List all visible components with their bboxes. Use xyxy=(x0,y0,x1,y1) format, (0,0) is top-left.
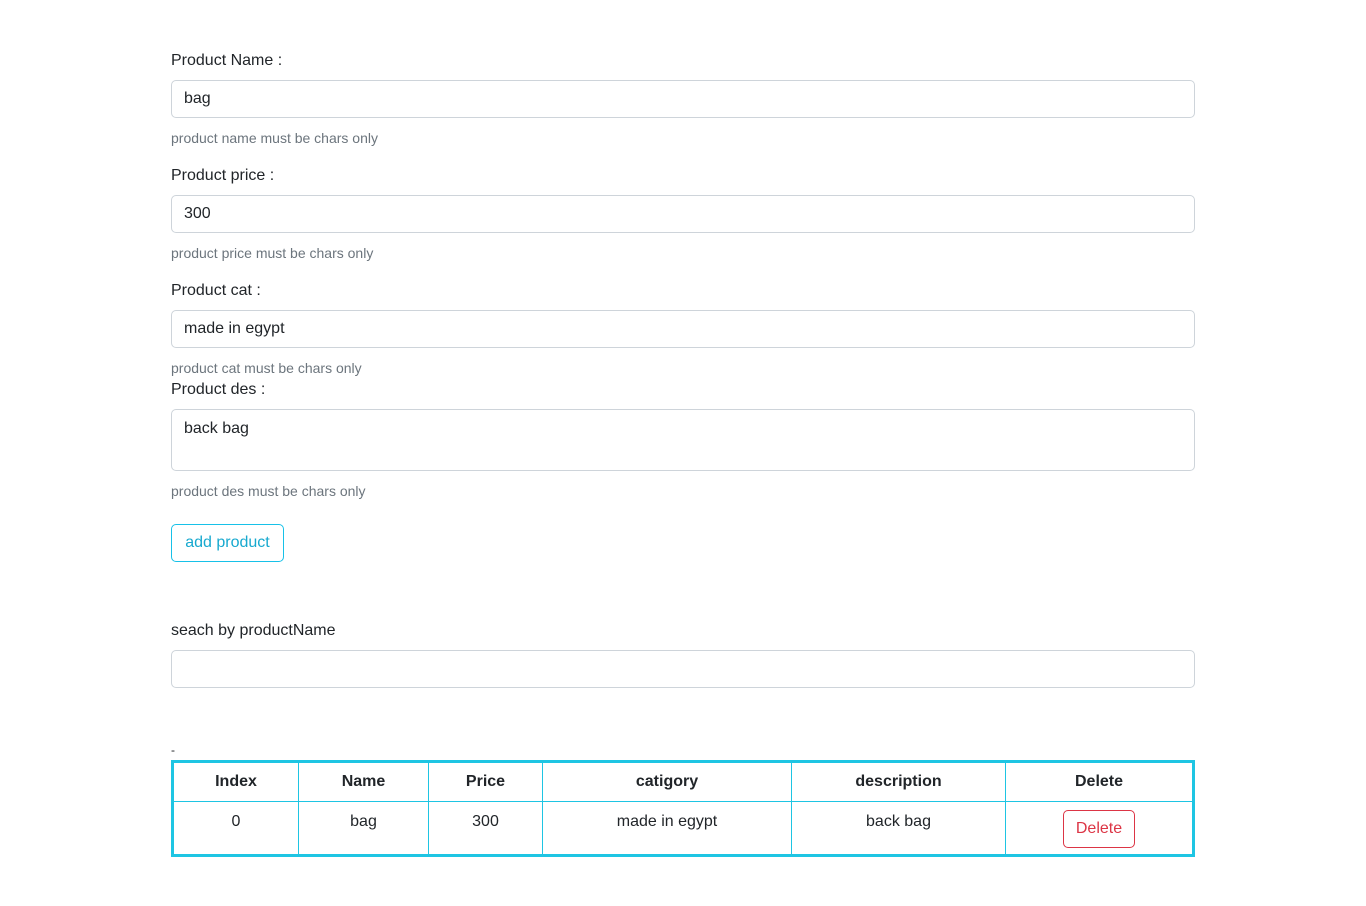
cell-category: made in egypt xyxy=(542,801,792,856)
product-name-label: Product Name : xyxy=(171,52,283,69)
product-name-help: product name must be chars only xyxy=(171,130,378,146)
product-cat-label: Product cat : xyxy=(171,282,261,299)
search-input[interactable] xyxy=(171,650,1195,688)
header-description: description xyxy=(791,761,1006,802)
product-name-input[interactable] xyxy=(171,80,1195,118)
product-price-label: Product price : xyxy=(171,167,275,184)
add-product-button[interactable]: add product xyxy=(171,524,284,562)
separator-text: - xyxy=(171,743,175,757)
product-des-label: Product des : xyxy=(171,381,266,398)
search-label: seach by productName xyxy=(171,622,336,639)
product-price-input[interactable] xyxy=(171,195,1195,233)
product-cat-input[interactable] xyxy=(171,310,1195,348)
product-des-help: product des must be chars only xyxy=(171,483,366,499)
header-price: Price xyxy=(428,761,543,802)
header-index: Index xyxy=(172,761,299,802)
product-des-textarea[interactable] xyxy=(171,409,1195,471)
header-category: catigory xyxy=(542,761,792,802)
table-row: 0 bag 300 made in egypt back bag Delete xyxy=(172,801,1194,856)
delete-button[interactable]: Delete xyxy=(1063,810,1135,848)
products-table: Index Name Price catigory description De… xyxy=(171,760,1195,857)
table-header-row: Index Name Price catigory description De… xyxy=(172,761,1194,802)
cell-index: 0 xyxy=(172,801,299,856)
product-price-help: product price must be chars only xyxy=(171,245,374,261)
cell-price: 300 xyxy=(428,801,543,856)
cell-delete: Delete xyxy=(1005,801,1194,856)
cell-name: bag xyxy=(298,801,429,856)
header-delete: Delete xyxy=(1005,761,1194,802)
product-cat-help: product cat must be chars only xyxy=(171,360,362,376)
cell-description: back bag xyxy=(791,801,1006,856)
header-name: Name xyxy=(298,761,429,802)
